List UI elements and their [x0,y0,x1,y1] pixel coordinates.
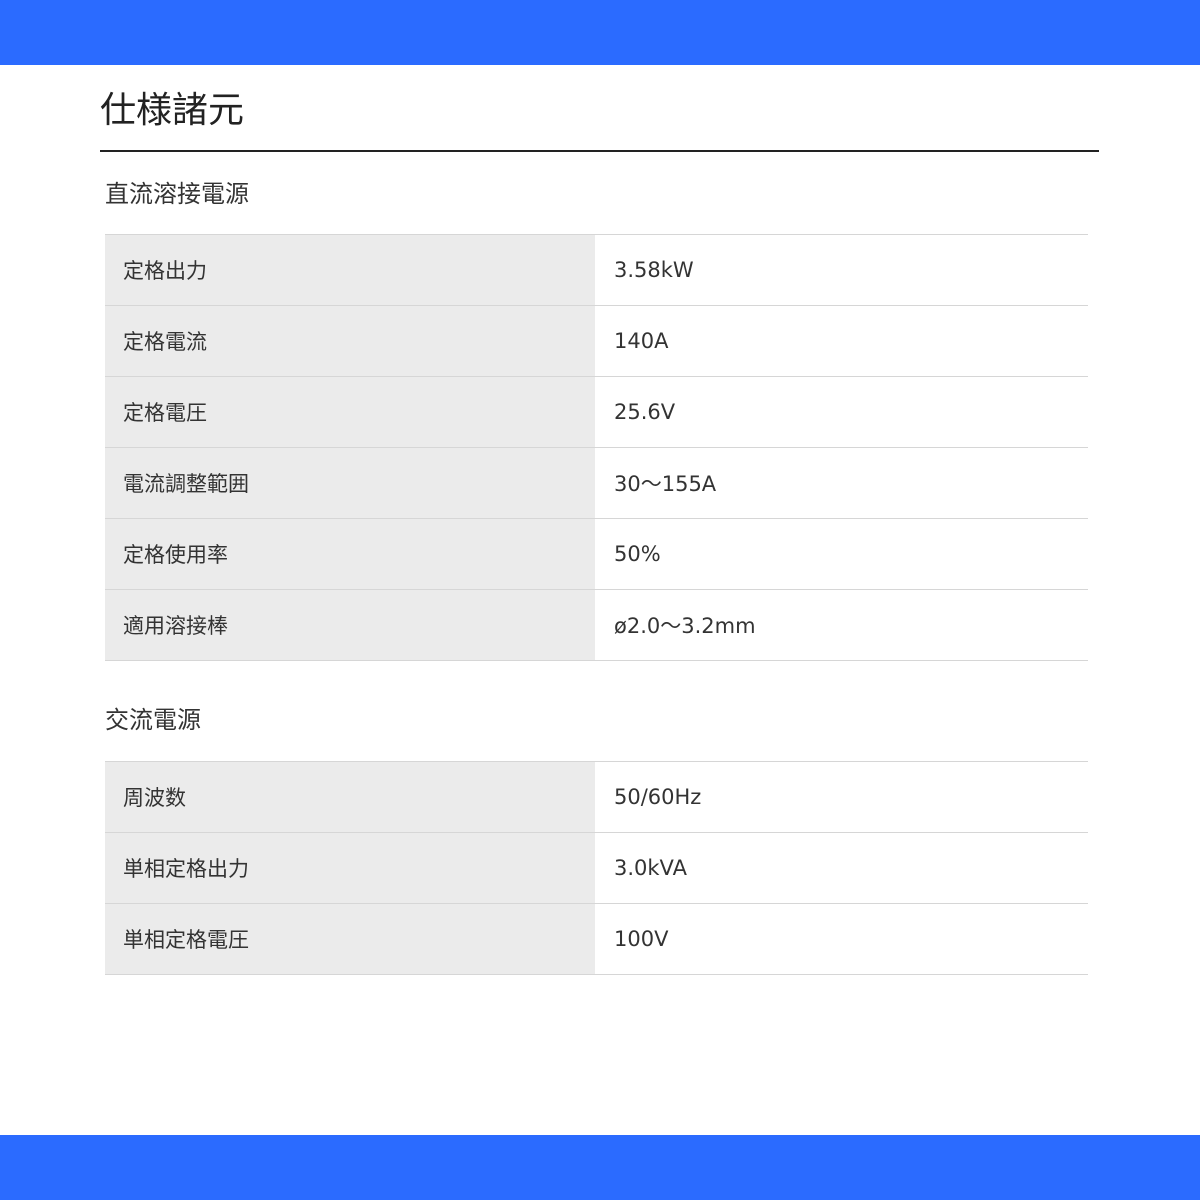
spec-value: 3.0kVA [595,832,1088,904]
spec-label: 周波数 [105,761,595,833]
table-row: 単相定格電圧 100V [105,903,1088,975]
spec-value: 140A [595,305,1088,377]
page-title: 仕様諸元 [100,90,245,131]
table-row: 周波数 50/60Hz [105,761,1088,833]
table-row: 適用溶接棒 ø2.0〜3.2mm [105,589,1088,661]
table-row: 定格電流 140A [105,305,1088,377]
spec-label: 定格電流 [105,305,595,377]
table-row: 定格使用率 50% [105,518,1088,590]
spec-label: 定格電圧 [105,376,595,448]
title-divider [100,150,1099,152]
table-row: 定格出力 3.58kW [105,234,1088,306]
table-row: 単相定格出力 3.0kVA [105,832,1088,904]
bottom-banner [0,1135,1200,1200]
top-banner [0,0,1200,65]
spec-value: 100V [595,903,1088,975]
section-heading-ac-power: 交流電源 [105,706,201,734]
spec-value: 3.58kW [595,234,1088,306]
spec-value: 50/60Hz [595,761,1088,833]
spec-value: ø2.0〜3.2mm [595,589,1088,661]
spec-table-ac-power: 周波数 50/60Hz 単相定格出力 3.0kVA 単相定格電圧 100V [105,761,1088,975]
spec-label: 定格出力 [105,234,595,306]
spec-label: 単相定格電圧 [105,903,595,975]
table-row: 定格電圧 25.6V [105,376,1088,448]
spec-value: 50% [595,518,1088,590]
spec-label: 定格使用率 [105,518,595,590]
spec-table-dc-welding-power: 定格出力 3.58kW 定格電流 140A 定格電圧 25.6V 電流調整範囲 … [105,234,1088,661]
spec-value: 25.6V [595,376,1088,448]
spec-value: 30〜155A [595,447,1088,519]
spec-label: 適用溶接棒 [105,589,595,661]
spec-label: 単相定格出力 [105,832,595,904]
section-heading-dc-welding-power: 直流溶接電源 [105,180,249,208]
table-row: 電流調整範囲 30〜155A [105,447,1088,519]
spec-label: 電流調整範囲 [105,447,595,519]
